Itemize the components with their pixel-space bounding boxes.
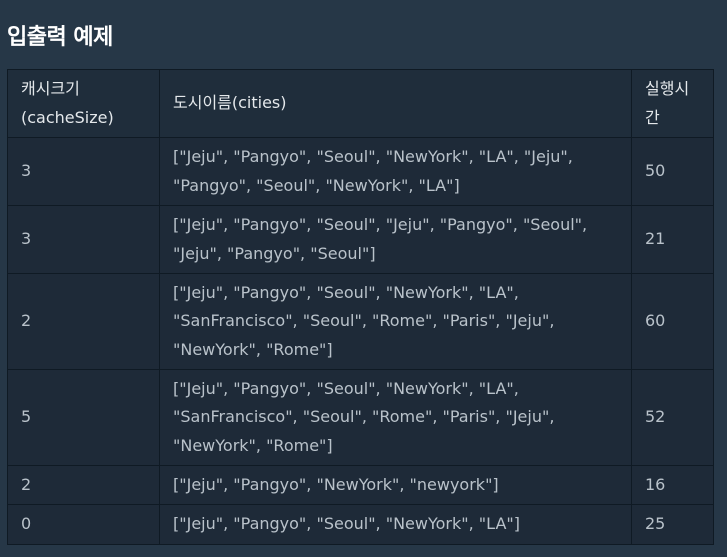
section-title: 입출력 예제 xyxy=(7,25,113,50)
cities-cell: ["Jeju", "Pangyo", "NewYork", "newyork"] xyxy=(159,465,632,505)
cities-cell: ["Jeju", "Pangyo", "Seoul", "NewYork", "… xyxy=(159,137,632,206)
table-row: 0 ["Jeju", "Pangyo", "Seoul", "NewYork",… xyxy=(7,504,714,545)
cities-cell: ["Jeju", "Pangyo", "Seoul", "NewYork", "… xyxy=(159,273,632,370)
table-row: 3 ["Jeju", "Pangyo", "Seoul", "Jeju", "P… xyxy=(7,205,714,274)
time-cell: 21 xyxy=(631,205,714,274)
time-cell: 52 xyxy=(631,369,714,466)
time-cell: 50 xyxy=(631,137,714,206)
table-row: 3 ["Jeju", "Pangyo", "Seoul", "NewYork",… xyxy=(7,137,714,206)
cache-size-cell: 2 xyxy=(7,465,160,505)
header-execution-time: 실행시간 xyxy=(631,69,714,138)
table-row: 5 ["Jeju", "Pangyo", "Seoul", "NewYork",… xyxy=(7,369,714,466)
cities-cell: ["Jeju", "Pangyo", "Seoul", "NewYork", "… xyxy=(159,504,632,545)
io-example-table: 캐시크기(cacheSize) 도시이름(cities) 실행시간 3 ["Je… xyxy=(7,69,714,545)
cache-size-cell: 0 xyxy=(7,504,160,545)
header-cities: 도시이름(cities) xyxy=(159,69,632,138)
cache-size-cell: 3 xyxy=(7,205,160,274)
table-header-row: 캐시크기(cacheSize) 도시이름(cities) 실행시간 xyxy=(7,69,714,138)
cities-cell: ["Jeju", "Pangyo", "Seoul", "NewYork", "… xyxy=(159,369,632,466)
cache-size-cell: 3 xyxy=(7,137,160,206)
cache-size-cell: 5 xyxy=(7,369,160,466)
time-cell: 16 xyxy=(631,465,714,505)
table-row: 2 ["Jeju", "Pangyo", "NewYork", "newyork… xyxy=(7,465,714,505)
header-cache-size: 캐시크기(cacheSize) xyxy=(7,69,160,138)
time-cell: 60 xyxy=(631,273,714,370)
cities-cell: ["Jeju", "Pangyo", "Seoul", "Jeju", "Pan… xyxy=(159,205,632,274)
cache-size-cell: 2 xyxy=(7,273,160,370)
time-cell: 25 xyxy=(631,504,714,545)
table-row: 2 ["Jeju", "Pangyo", "Seoul", "NewYork",… xyxy=(7,273,714,370)
